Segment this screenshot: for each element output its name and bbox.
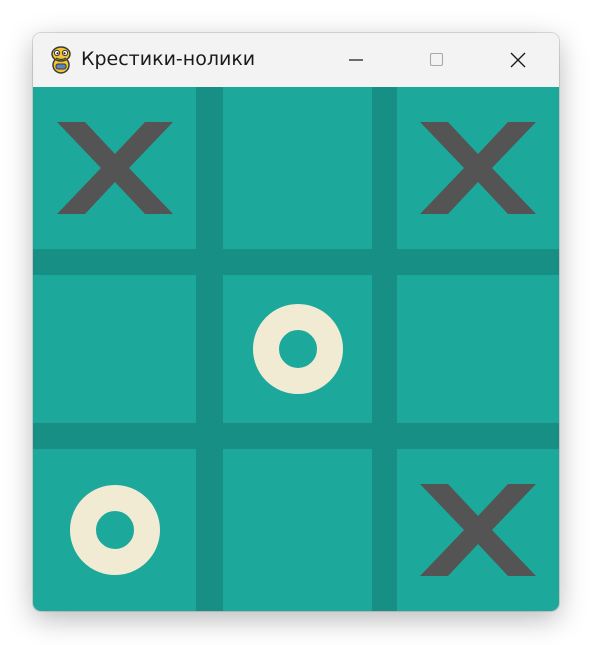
board-cell-r2-c1[interactable]	[33, 275, 196, 423]
grid-line-vertical-1	[196, 87, 223, 611]
minimize-button[interactable]	[327, 33, 385, 87]
board-cell-r1-c3[interactable]	[397, 87, 559, 249]
game-board	[33, 87, 559, 611]
x-mark-icon	[420, 484, 536, 576]
minimize-icon	[349, 59, 363, 61]
maximize-button[interactable]	[408, 33, 466, 87]
board-cell-r1-c1[interactable]	[33, 87, 196, 249]
board-cell-r3-c3[interactable]	[397, 449, 559, 611]
grid-line-horizontal-2	[33, 423, 559, 449]
o-mark-icon	[252, 304, 343, 394]
grid-line-vertical-2	[372, 87, 397, 611]
o-mark-icon	[69, 485, 160, 575]
board-cell-r3-c1[interactable]	[33, 449, 196, 611]
title-bar[interactable]: Крестики-нолики	[33, 33, 559, 87]
board-cell-r3-c2[interactable]	[223, 449, 372, 611]
close-button[interactable]	[489, 33, 547, 87]
x-mark-icon	[56, 122, 173, 214]
game-window: Крестики-нолики	[33, 33, 559, 611]
window-title: Крестики-нолики	[81, 48, 256, 70]
grid-line-horizontal-1	[33, 249, 559, 275]
board-cell-r2-c3[interactable]	[397, 275, 559, 423]
python-snake-icon	[51, 46, 71, 74]
board-cell-r1-c2[interactable]	[223, 87, 372, 249]
x-mark-icon	[420, 122, 536, 214]
close-icon	[510, 52, 526, 68]
maximize-icon	[429, 52, 444, 67]
board-cell-r2-c2[interactable]	[223, 275, 372, 423]
